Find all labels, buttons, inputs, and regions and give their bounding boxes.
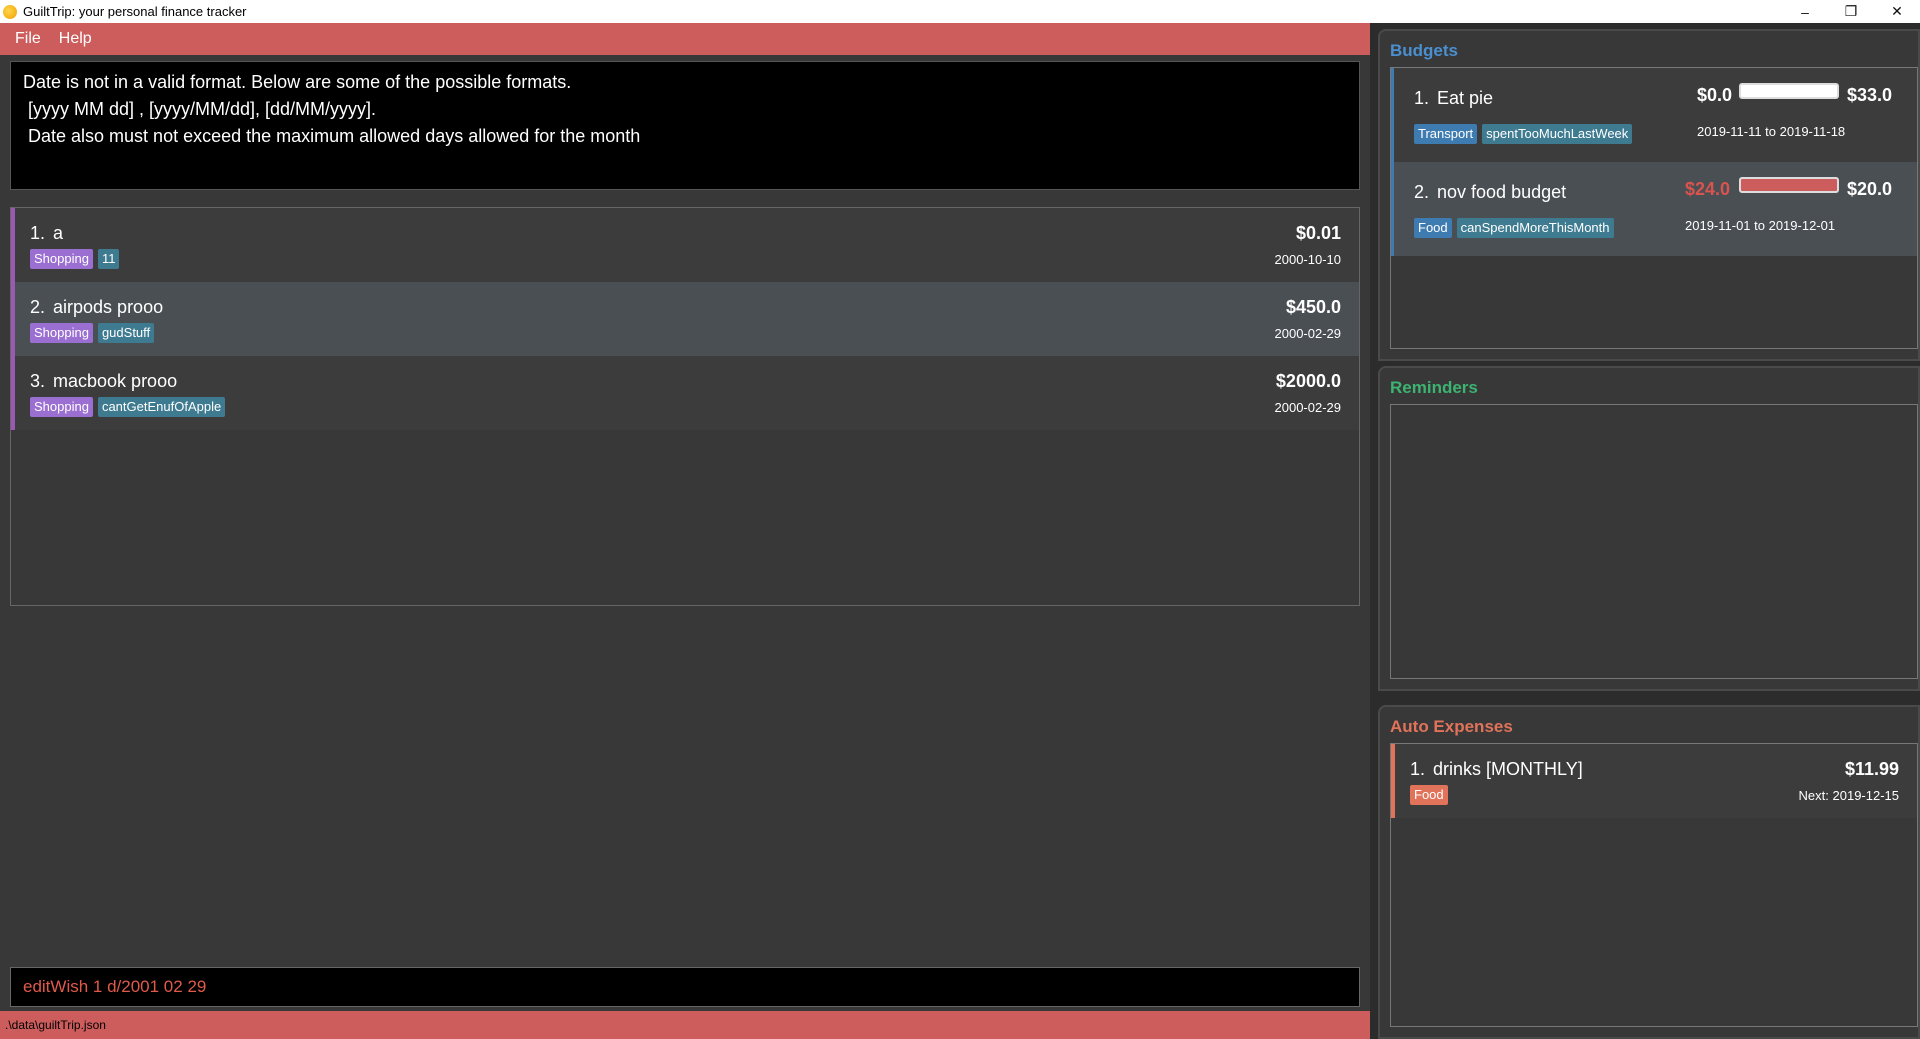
budget-progress-bar: [1739, 83, 1839, 99]
tag: 11: [97, 249, 120, 269]
wish-name: a: [53, 223, 64, 243]
wish-amount: $450.0: [1285, 297, 1341, 317]
wish-index: 1.: [30, 223, 46, 243]
auto-expense-tags: Food: [1410, 785, 1448, 805]
budget-card[interactable]: 1. Eat pie $0.0 $33.0 Transport spentTooM…: [1391, 68, 1917, 162]
window-title: GuiltTrip: your personal finance tracker: [23, 4, 247, 19]
app-logo-icon: [3, 4, 17, 19]
wish-date: 2000-10-10: [1274, 252, 1342, 267]
wish-card[interactable]: 3. macbook prooo Shopping cantGetEnufOfAp…: [11, 356, 1359, 430]
auto-expenses-title: Auto Expenses: [1390, 717, 1513, 736]
category-tag: Food: [1410, 785, 1448, 805]
wish-tags: Shopping 11: [30, 249, 120, 269]
wish-title: 1. a: [30, 223, 63, 244]
close-button[interactable]: ✕: [1874, 0, 1920, 23]
budget-limit: $20.0: [1847, 179, 1893, 199]
budget-title: 1. Eat pie: [1414, 88, 1493, 109]
category-tag: Shopping: [30, 397, 93, 417]
budget-index: 2.: [1414, 182, 1430, 202]
wish-card[interactable]: 2. airpods prooo Shopping gudStuff $450.0…: [11, 282, 1359, 356]
auto-expense-name: drinks [MONTHLY]: [1433, 759, 1583, 779]
budget-progress-bar: [1739, 177, 1839, 193]
budget-card[interactable]: 2. nov food budget $24.0 $20.0 Food canSp…: [1391, 162, 1917, 256]
menu-help[interactable]: Help: [50, 30, 101, 48]
wish-list[interactable]: 1. a Shopping 11 $0.01 2000-10-10 2. airpo…: [10, 207, 1360, 606]
budget-title: 2. nov food budget: [1414, 182, 1566, 203]
auto-expense-card[interactable]: 1. drinks [MONTHLY] Food $11.99 Next: 201…: [1391, 744, 1917, 818]
category-tag: Shopping: [30, 249, 93, 269]
budget-name: Eat pie: [1437, 88, 1494, 108]
wish-amount: $0.01: [1295, 223, 1341, 243]
auto-expense-next-date: Next: 2019-12-15: [1798, 788, 1899, 803]
budget-spent: $24.0: [1685, 179, 1731, 199]
auto-expense-list[interactable]: 1. drinks [MONTHLY] Food $11.99 Next: 201…: [1390, 743, 1918, 1027]
budget-tags: Transport spentTooMuchLastWeek: [1414, 124, 1633, 144]
budget-progress-fill: [1741, 179, 1837, 191]
budget-limit: $33.0: [1847, 85, 1893, 105]
budget-index: 1.: [1414, 88, 1430, 108]
tag: cantGetEnufOfApple: [97, 397, 226, 417]
wish-tags: Shopping cantGetEnufOfApple: [30, 397, 226, 417]
auto-expense-index: 1.: [1410, 759, 1426, 779]
main-pane: File Help Date is not in a valid format.…: [0, 23, 1370, 1039]
wish-amount: $2000.0: [1275, 371, 1341, 391]
budgets-title: Budgets: [1390, 41, 1458, 60]
reminders-title: Reminders: [1390, 378, 1478, 397]
wish-title: 2. airpods prooo: [30, 297, 163, 318]
budget-tags: Food canSpendMoreThisMonth: [1414, 218, 1614, 238]
category-tag: Food: [1414, 218, 1452, 238]
auto-expenses-panel: Auto Expenses 1. drinks [MONTHLY] Food $1…: [1378, 705, 1920, 1039]
result-display: Date is not in a valid format. Below are…: [10, 61, 1360, 190]
window-controls: – ❐ ✕: [1782, 0, 1920, 23]
wish-name: macbook prooo: [53, 371, 178, 391]
tag: gudStuff: [97, 323, 155, 343]
wish-date: 2000-02-29: [1274, 400, 1342, 415]
tag: spentTooMuchLastWeek: [1482, 124, 1633, 144]
wish-date: 2000-02-29: [1274, 326, 1342, 341]
wish-index: 3.: [30, 371, 46, 391]
auto-expense-amount: $11.99: [1844, 759, 1899, 779]
budgets-panel: Budgets 1. Eat pie $0.0 $33.0 Transport s…: [1378, 29, 1920, 361]
tag: canSpendMoreThisMonth: [1456, 218, 1614, 238]
budget-list[interactable]: 1. Eat pie $0.0 $33.0 Transport spentTooM…: [1390, 67, 1918, 349]
data-file-path: .\data\guiltTrip.json: [5, 1018, 106, 1032]
restore-button[interactable]: ❐: [1828, 0, 1874, 23]
budget-spent: $0.0: [1697, 85, 1733, 105]
wish-name: airpods prooo: [53, 297, 164, 317]
window-title-bar: GuiltTrip: your personal finance tracker…: [0, 0, 1920, 23]
menu-bar: File Help: [0, 23, 1370, 55]
wish-tags: Shopping gudStuff: [30, 323, 155, 343]
category-tag: Shopping: [30, 323, 93, 343]
command-input[interactable]: editWish 1 d/2001 02 29: [10, 967, 1360, 1007]
budget-period: 2019-11-01 to 2019-12-01: [1685, 218, 1836, 233]
side-pane: Budgets 1. Eat pie $0.0 $33.0 Transport s…: [1370, 23, 1920, 1039]
status-bar: .\data\guiltTrip.json: [0, 1011, 1370, 1039]
reminder-list[interactable]: [1390, 404, 1918, 679]
reminders-panel: Reminders: [1378, 366, 1920, 691]
minimize-button[interactable]: –: [1782, 0, 1828, 23]
wish-card[interactable]: 1. a Shopping 11 $0.01 2000-10-10: [11, 208, 1359, 282]
budget-period: 2019-11-11 to 2019-11-18: [1697, 124, 1846, 139]
menu-file[interactable]: File: [6, 30, 50, 48]
category-tag: Transport: [1414, 124, 1478, 144]
auto-expense-title: 1. drinks [MONTHLY]: [1410, 759, 1583, 780]
wish-index: 2.: [30, 297, 46, 317]
wish-title: 3. macbook prooo: [30, 371, 177, 392]
budget-name: nov food budget: [1437, 182, 1567, 202]
